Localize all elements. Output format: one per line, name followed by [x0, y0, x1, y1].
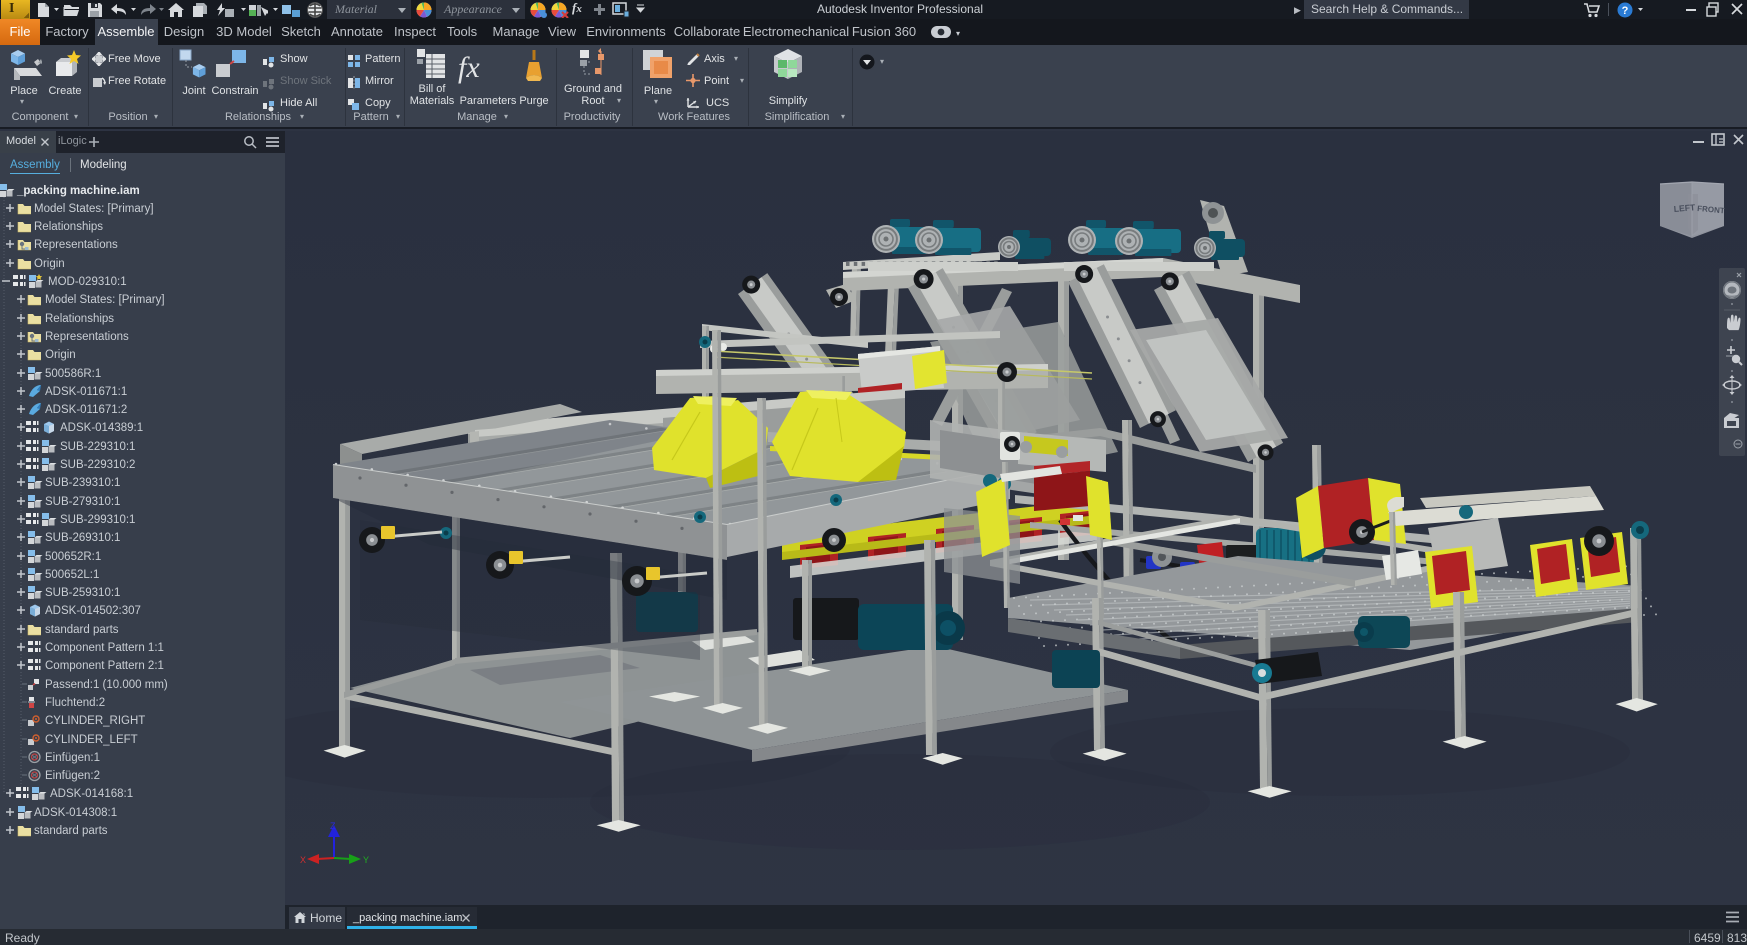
svg-text:ADSK-014389:1: ADSK-014389:1 [60, 422, 143, 434]
svg-text:standard parts: standard parts [34, 825, 108, 837]
svg-text:SUB-259310:1: SUB-259310:1 [45, 587, 120, 599]
svg-text:SUB-229310:2: SUB-229310:2 [60, 459, 135, 471]
svg-text:MOD-029310:1: MOD-029310:1 [48, 276, 127, 288]
svg-text:SUB-229310:1: SUB-229310:1 [60, 441, 135, 453]
svg-text:ADSK-014168:1: ADSK-014168:1 [50, 788, 133, 800]
svg-text:Component Pattern 1:1: Component Pattern 1:1 [45, 642, 164, 654]
svg-text:Einfügen:1: Einfügen:1 [45, 752, 100, 764]
svg-text:500586R:1: 500586R:1 [45, 368, 101, 380]
svg-text:?: ? [1622, 5, 1629, 17]
svg-text:Relationships: Relationships [45, 313, 114, 325]
svg-text:CYLINDER_RIGHT: CYLINDER_RIGHT [45, 715, 145, 727]
svg-text:SUB-269310:1: SUB-269310:1 [45, 532, 120, 544]
svg-text:Representations: Representations [45, 331, 129, 343]
svg-text:Component Pattern 2:1: Component Pattern 2:1 [45, 660, 164, 672]
svg-text:Model States: [Primary]: Model States: [Primary] [45, 294, 165, 306]
svg-text:X: X [300, 855, 306, 865]
svg-text:Fluchtend:2: Fluchtend:2 [45, 697, 105, 709]
svg-text:500652L:1: 500652L:1 [45, 569, 99, 581]
svg-text:ADSK-014502:307: ADSK-014502:307 [45, 605, 141, 617]
svg-text:SUB-299310:1: SUB-299310:1 [60, 514, 135, 526]
svg-text:Passend:1 (10.000 mm): Passend:1 (10.000 mm) [45, 679, 168, 691]
svg-text:SUB-239310:1: SUB-239310:1 [45, 477, 120, 489]
svg-text:Relationships: Relationships [34, 221, 103, 233]
svg-text:SUB-279310:1: SUB-279310:1 [45, 496, 120, 508]
svg-text:ADSK-011671:2: ADSK-011671:2 [45, 404, 127, 416]
svg-text:ADSK-011671:1: ADSK-011671:1 [45, 386, 127, 398]
svg-text:ADSK-014308:1: ADSK-014308:1 [34, 807, 117, 819]
svg-text:Origin: Origin [34, 258, 65, 270]
svg-text:Model States: [Primary]: Model States: [Primary] [34, 203, 154, 215]
svg-text:CYLINDER_LEFT: CYLINDER_LEFT [45, 734, 138, 746]
svg-text:_packing machine.iam: _packing machine.iam [16, 185, 140, 197]
svg-text:standard parts: standard parts [45, 624, 119, 636]
svg-text:Z: Z [330, 821, 336, 831]
svg-text:Representations: Representations [34, 239, 118, 251]
svg-text:LEFT: LEFT [1673, 202, 1696, 214]
svg-text:Y: Y [363, 855, 369, 865]
svg-text:Origin: Origin [45, 349, 76, 361]
svg-text:500652R:1: 500652R:1 [45, 551, 101, 563]
svg-text:Einfügen:2: Einfügen:2 [45, 770, 100, 782]
